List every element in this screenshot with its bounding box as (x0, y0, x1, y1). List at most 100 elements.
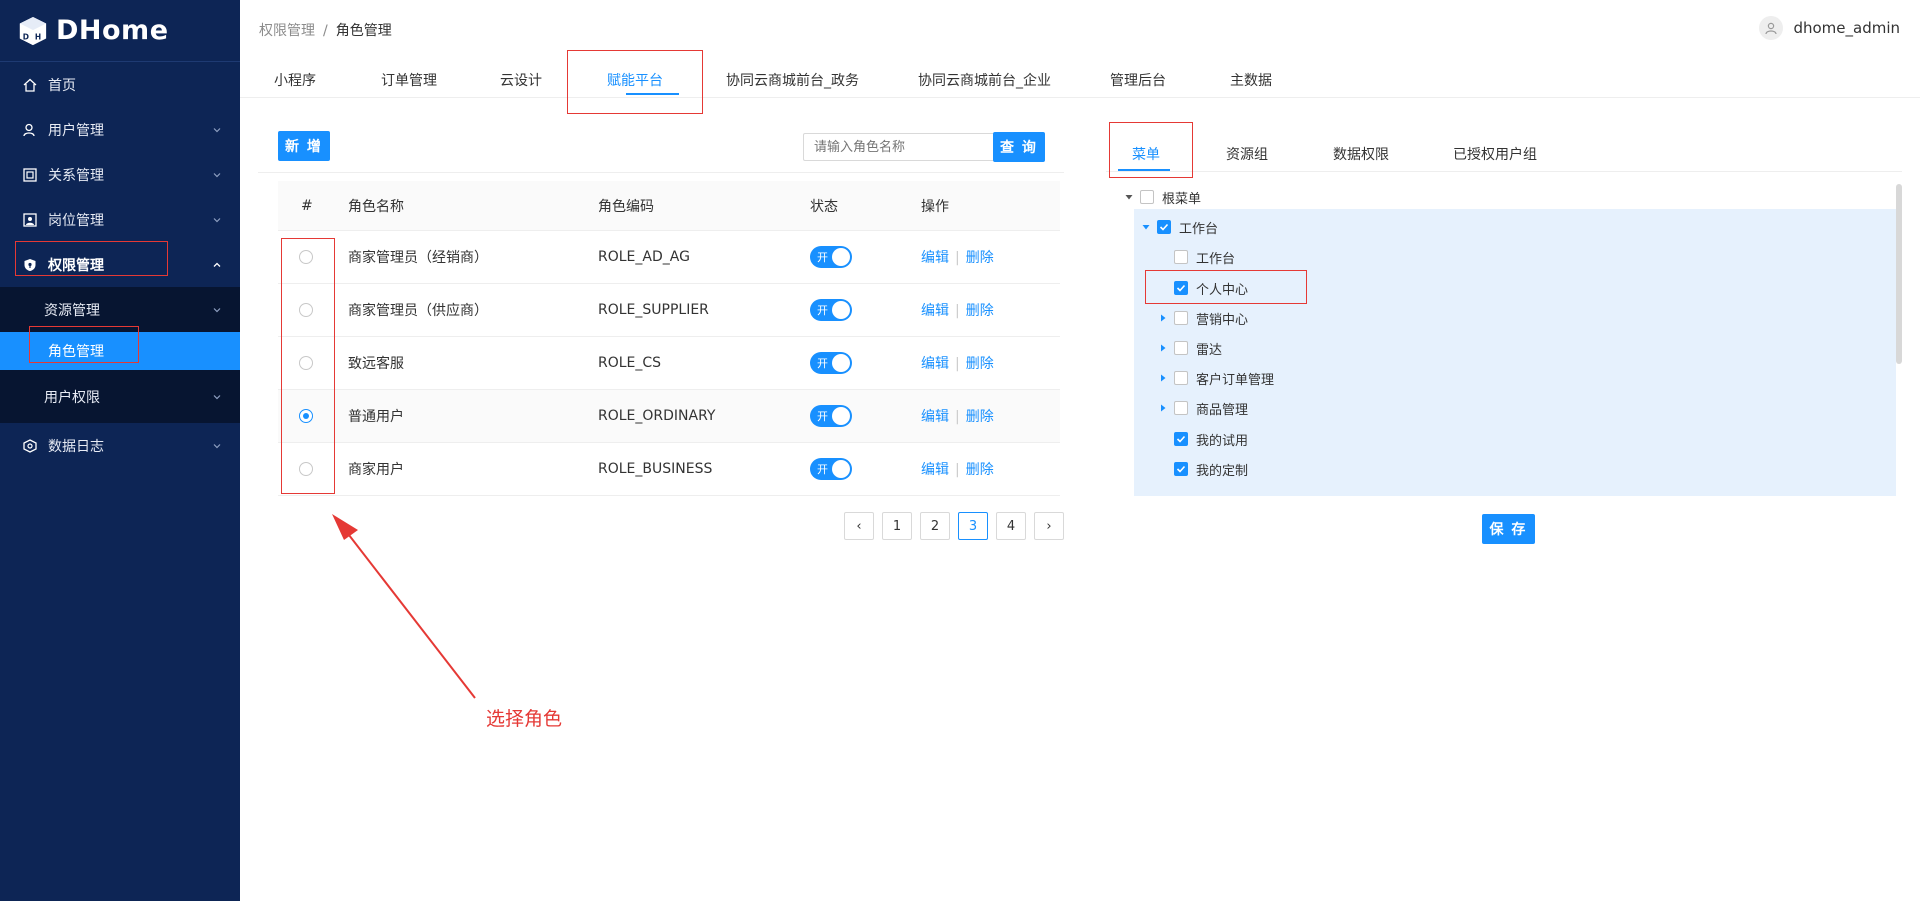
tree-node[interactable]: 工作台 (1141, 216, 1218, 238)
role-name: 商家管理员（经销商） (348, 250, 488, 266)
caret-right-icon[interactable] (1158, 343, 1168, 353)
tree-node[interactable]: 客户订单管理 (1158, 367, 1274, 389)
tree-node-label: 商品管理 (1196, 402, 1249, 418)
tree-node[interactable]: 个人中心 (1158, 277, 1248, 299)
edit-link[interactable]: 编辑 (921, 462, 949, 478)
breadcrumb-item[interactable]: 权限管理 (259, 23, 315, 39)
tree-checkbox[interactable] (1174, 371, 1188, 385)
sidebar-item-data-log[interactable]: 数据日志 (0, 423, 240, 468)
breadcrumb: 权限管理 / 角色管理 (259, 20, 392, 40)
search-button[interactable]: 查 询 (993, 132, 1045, 162)
sidebar-item-role-management[interactable]: 角色管理 (0, 332, 240, 370)
caret-down-icon[interactable] (1124, 192, 1134, 202)
edit-link[interactable]: 编辑 (921, 303, 949, 319)
tree-checkbox[interactable] (1174, 432, 1188, 446)
tab-mini-program[interactable]: 小程序 (274, 70, 316, 90)
tree-checkbox[interactable] (1174, 281, 1188, 295)
tree-node[interactable]: 商品管理 (1158, 397, 1248, 419)
tree-checkbox[interactable] (1174, 250, 1188, 264)
table-row[interactable]: 普通用户 ROLE_ORDINARY 开 编辑 | 删除 (278, 390, 1060, 443)
tab-cloud-design[interactable]: 云设计 (500, 70, 542, 90)
row-actions: 编辑 | 删除 (921, 459, 994, 479)
page-button[interactable]: 4 (996, 512, 1026, 540)
table-row[interactable]: 商家管理员（经销商） ROLE_AD_AG 开 编辑 | 删除 (278, 231, 1060, 284)
action-divider: | (955, 356, 960, 372)
page-button[interactable]: 2 (920, 512, 950, 540)
delete-link[interactable]: 删除 (966, 356, 994, 372)
sidebar-item-resource-management[interactable]: 资源管理 (0, 287, 240, 332)
table-row[interactable]: 商家用户 ROLE_BUSINESS 开 编辑 | 删除 (278, 443, 1060, 496)
role-name-search-input[interactable] (803, 133, 993, 161)
tab-admin-backend[interactable]: 管理后台 (1110, 70, 1166, 90)
edit-link[interactable]: 编辑 (921, 250, 949, 266)
tree-checkbox[interactable] (1174, 401, 1188, 415)
tree-checkbox[interactable] (1174, 341, 1188, 355)
tab-mall-enterprise[interactable]: 协同云商城前台_企业 (918, 70, 1051, 90)
add-role-button[interactable]: 新 增 (278, 131, 330, 161)
delete-link[interactable]: 删除 (966, 409, 994, 425)
row-select-radio[interactable] (299, 356, 313, 370)
sidebar-item-home[interactable]: 首页 (0, 62, 240, 107)
tree-checkbox[interactable] (1140, 190, 1154, 204)
row-select-radio[interactable] (299, 409, 313, 423)
sidebar-item-user-permission[interactable]: 用户权限 (0, 370, 240, 423)
caret-right-icon[interactable] (1158, 373, 1168, 383)
tab-menu[interactable]: 菜单 (1132, 144, 1160, 164)
edit-link[interactable]: 编辑 (921, 409, 949, 425)
prev-page-button[interactable]: ‹ (844, 512, 874, 540)
user-menu[interactable]: dhome_admin (1759, 16, 1900, 40)
delete-link[interactable]: 删除 (966, 303, 994, 319)
delete-link[interactable]: 删除 (966, 250, 994, 266)
sidebar-item-permission-management[interactable]: 权限管理 (0, 242, 240, 287)
status-toggle[interactable]: 开 (810, 405, 852, 427)
tab-order-management[interactable]: 订单管理 (381, 70, 437, 90)
status-toggle[interactable]: 开 (810, 458, 852, 480)
sidebar-item-relation-management[interactable]: 关系管理 (0, 152, 240, 197)
tab-authorized-user-group[interactable]: 已授权用户组 (1453, 144, 1537, 164)
page-button-current[interactable]: 3 (958, 512, 988, 540)
page-button[interactable]: 1 (882, 512, 912, 540)
delete-link[interactable]: 删除 (966, 462, 994, 478)
tree-checkbox[interactable] (1157, 220, 1171, 234)
toggle-knob (832, 407, 850, 425)
table-row[interactable]: 商家管理员（供应商） ROLE_SUPPLIER 开 编辑 | 删除 (278, 284, 1060, 337)
tab-master-data[interactable]: 主数据 (1230, 70, 1272, 90)
caret-right-icon[interactable] (1158, 313, 1168, 323)
tree-node[interactable]: 根菜单 (1124, 186, 1201, 208)
tree-checkbox[interactable] (1174, 462, 1188, 476)
annotation-text: 选择角色 (486, 708, 563, 730)
tree-node-label: 根菜单 (1162, 191, 1202, 207)
row-select-radio[interactable] (299, 250, 313, 264)
toolbar-divider (258, 172, 1064, 173)
status-toggle[interactable]: 开 (810, 299, 852, 321)
tree-checkbox[interactable] (1174, 311, 1188, 325)
tree-node[interactable]: 营销中心 (1158, 307, 1248, 329)
edit-link[interactable]: 编辑 (921, 356, 949, 372)
tab-mall-government[interactable]: 协同云商城前台_政务 (726, 70, 859, 90)
tab-enablement-platform[interactable]: 赋能平台 (607, 70, 663, 90)
sidebar-item-post-management[interactable]: 岗位管理 (0, 197, 240, 242)
tree-node[interactable]: 我的定制 (1158, 458, 1248, 480)
row-select-radio[interactable] (299, 303, 313, 317)
caret-right-icon[interactable] (1158, 403, 1168, 413)
tree-node[interactable]: 我的试用 (1158, 428, 1248, 450)
action-divider: | (955, 462, 960, 478)
caret-down-icon[interactable] (1141, 222, 1151, 232)
row-select-radio[interactable] (299, 462, 313, 476)
tree-node-label: 工作台 (1179, 221, 1219, 237)
status-toggle[interactable]: 开 (810, 246, 852, 268)
chevron-down-icon (213, 217, 221, 222)
tree-node[interactable]: 雷达 (1158, 337, 1222, 359)
sidebar-item-user-management[interactable]: 用户管理 (0, 107, 240, 152)
tree-node[interactable]: 工作台 (1158, 246, 1235, 268)
column-header-index: # (301, 197, 313, 214)
status-toggle[interactable]: 开 (810, 352, 852, 374)
table-row[interactable]: 致远客服 ROLE_CS 开 编辑 | 删除 (278, 337, 1060, 390)
tree-scrollbar[interactable] (1896, 184, 1902, 364)
svg-text:D: D (23, 32, 29, 41)
tab-data-permission[interactable]: 数据权限 (1333, 144, 1389, 164)
role-name: 商家管理员（供应商） (348, 303, 488, 319)
tab-resource-group[interactable]: 资源组 (1226, 144, 1268, 164)
next-page-button[interactable]: › (1034, 512, 1064, 540)
save-button[interactable]: 保 存 (1482, 514, 1535, 544)
